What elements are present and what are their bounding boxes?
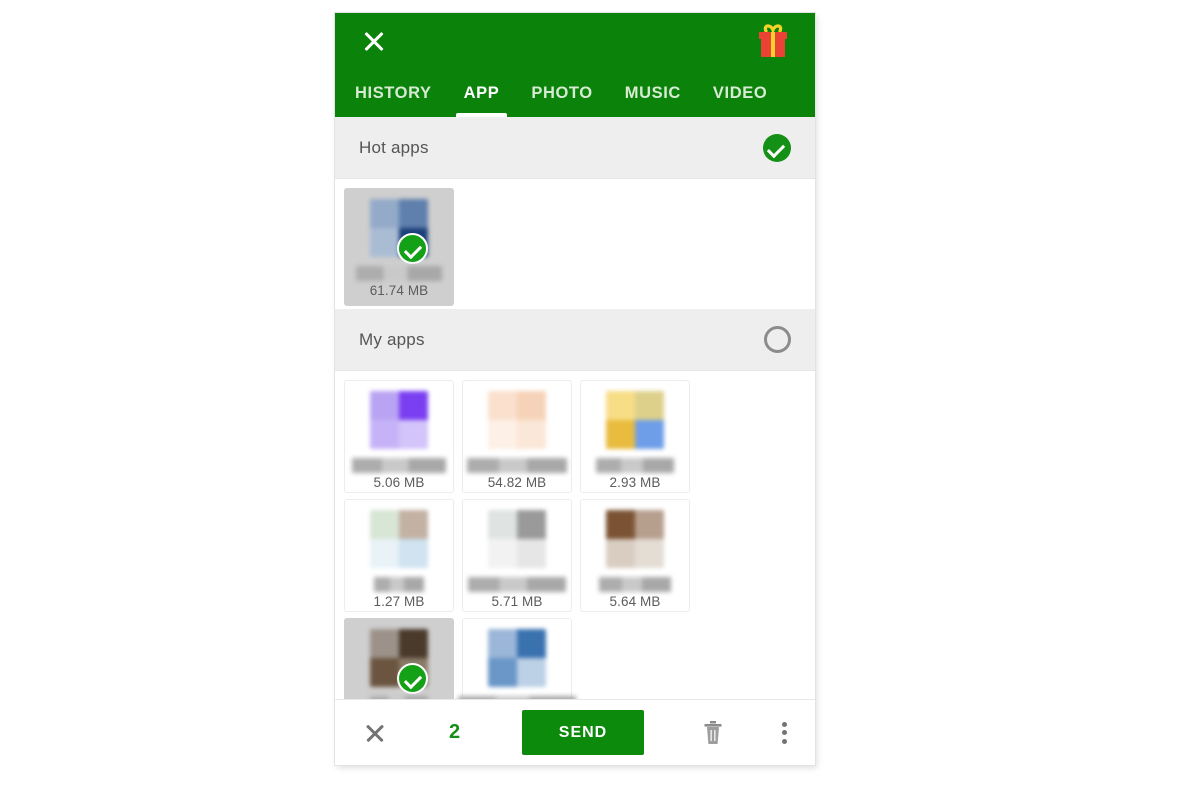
header-top-row (335, 13, 815, 69)
tab-label: MUSIC (624, 83, 681, 102)
bottom-action-bar: 2 SEND (335, 699, 815, 765)
gift-icon[interactable] (753, 23, 793, 61)
app-name-redacted (458, 696, 576, 699)
app-name-redacted (370, 696, 428, 699)
app-icon-wrap (370, 510, 428, 568)
app-size-label: 5.71 MB (491, 594, 543, 609)
tab-history[interactable]: HISTORY (339, 69, 448, 117)
tab-photo[interactable]: PHOTO (515, 69, 608, 117)
section-header-my-apps[interactable]: My apps (335, 309, 815, 371)
app-name-redacted (352, 458, 446, 473)
tab-label: VIDEO (712, 83, 768, 102)
screenshot-root: HISTORY APP PHOTO MUSIC VIDEO Hot apps 6… (0, 0, 1200, 800)
app-tile[interactable]: 2.93 MB (580, 380, 690, 493)
tab-bar[interactable]: HISTORY APP PHOTO MUSIC VIDEO (335, 69, 815, 117)
more-dot (781, 730, 787, 735)
app-tile[interactable]: 5.64 MB (580, 499, 690, 612)
selected-count-badge[interactable]: 2 (445, 721, 465, 744)
app-tile[interactable]: 5.71 MB (462, 499, 572, 612)
app-icon-thumbnail (606, 510, 664, 568)
tab-music[interactable]: MUSIC (609, 69, 697, 117)
app-icon-wrap (370, 199, 428, 264)
app-icon-wrap (488, 510, 546, 568)
app-list-content[interactable]: Hot apps 61.74 MB My apps 5.06 MB 54.82 M… (335, 117, 815, 699)
app-tile[interactable]: 5.06 MB (344, 380, 454, 493)
app-size-label: 2.93 MB (609, 475, 661, 490)
app-icon-thumbnail (370, 510, 428, 568)
selected-check-badge-icon (397, 233, 428, 264)
circle-outline-icon[interactable] (764, 326, 791, 353)
app-icon-thumbnail (606, 391, 664, 449)
send-button[interactable]: SEND (522, 710, 644, 755)
app-icon-thumbnail (488, 510, 546, 568)
app-name-redacted (374, 577, 424, 592)
app-icon-wrap (606, 510, 664, 568)
app-name-redacted (356, 266, 442, 281)
tab-video[interactable]: VIDEO (697, 69, 783, 117)
app-header: HISTORY APP PHOTO MUSIC VIDEO (335, 13, 815, 117)
more-vertical-icon[interactable] (781, 720, 787, 746)
app-tile[interactable]: 11.70 MB (458, 618, 576, 699)
app-size-label: 5.06 MB (373, 475, 425, 490)
app-icon-thumbnail (488, 391, 546, 449)
app-name-redacted (468, 577, 566, 592)
check-circle-filled-icon[interactable] (763, 133, 791, 162)
section-title: Hot apps (359, 137, 429, 157)
app-size-label: 1.27 MB (373, 594, 425, 609)
app-icon-thumbnail (488, 629, 546, 687)
app-grid-my-apps[interactable]: 5.06 MB 54.82 MB 2.93 MB 1.27 MB 5.71 MB 5.64… (335, 371, 815, 699)
app-icon-wrap (370, 629, 428, 694)
app-name-redacted (596, 458, 674, 473)
app-icon-wrap (370, 391, 428, 449)
tab-label: APP (463, 83, 500, 102)
tab-label: HISTORY (355, 83, 432, 102)
app-icon-thumbnail (370, 391, 428, 449)
phone-frame: HISTORY APP PHOTO MUSIC VIDEO Hot apps 6… (335, 13, 815, 765)
app-size-label: 5.64 MB (609, 594, 661, 609)
app-tile[interactable]: 54.82 MB (462, 380, 572, 493)
app-size-label: 54.82 MB (487, 475, 547, 490)
app-icon-wrap (606, 391, 664, 449)
app-name-redacted (599, 577, 671, 592)
section-header-hot-apps[interactable]: Hot apps (335, 117, 815, 179)
more-dot (781, 738, 787, 744)
close-icon[interactable] (363, 721, 387, 745)
close-icon[interactable] (360, 27, 388, 55)
section-title: My apps (359, 329, 425, 349)
app-tile[interactable]: 1.27 MB (344, 499, 454, 612)
app-name-redacted (467, 458, 567, 473)
app-grid-hot-apps[interactable]: 61.74 MB (335, 179, 815, 309)
app-tile[interactable]: 61.74 MB (344, 188, 454, 306)
selected-check-badge-icon (397, 663, 428, 694)
trash-icon[interactable] (702, 720, 724, 746)
app-tile[interactable]: 10.01 MB (344, 618, 454, 699)
tab-label: PHOTO (531, 83, 593, 102)
more-dot (781, 721, 787, 727)
tab-app[interactable]: APP (448, 69, 516, 117)
app-icon-wrap (488, 629, 546, 687)
app-icon-wrap (488, 391, 546, 449)
app-size-label: 61.74 MB (369, 283, 429, 298)
